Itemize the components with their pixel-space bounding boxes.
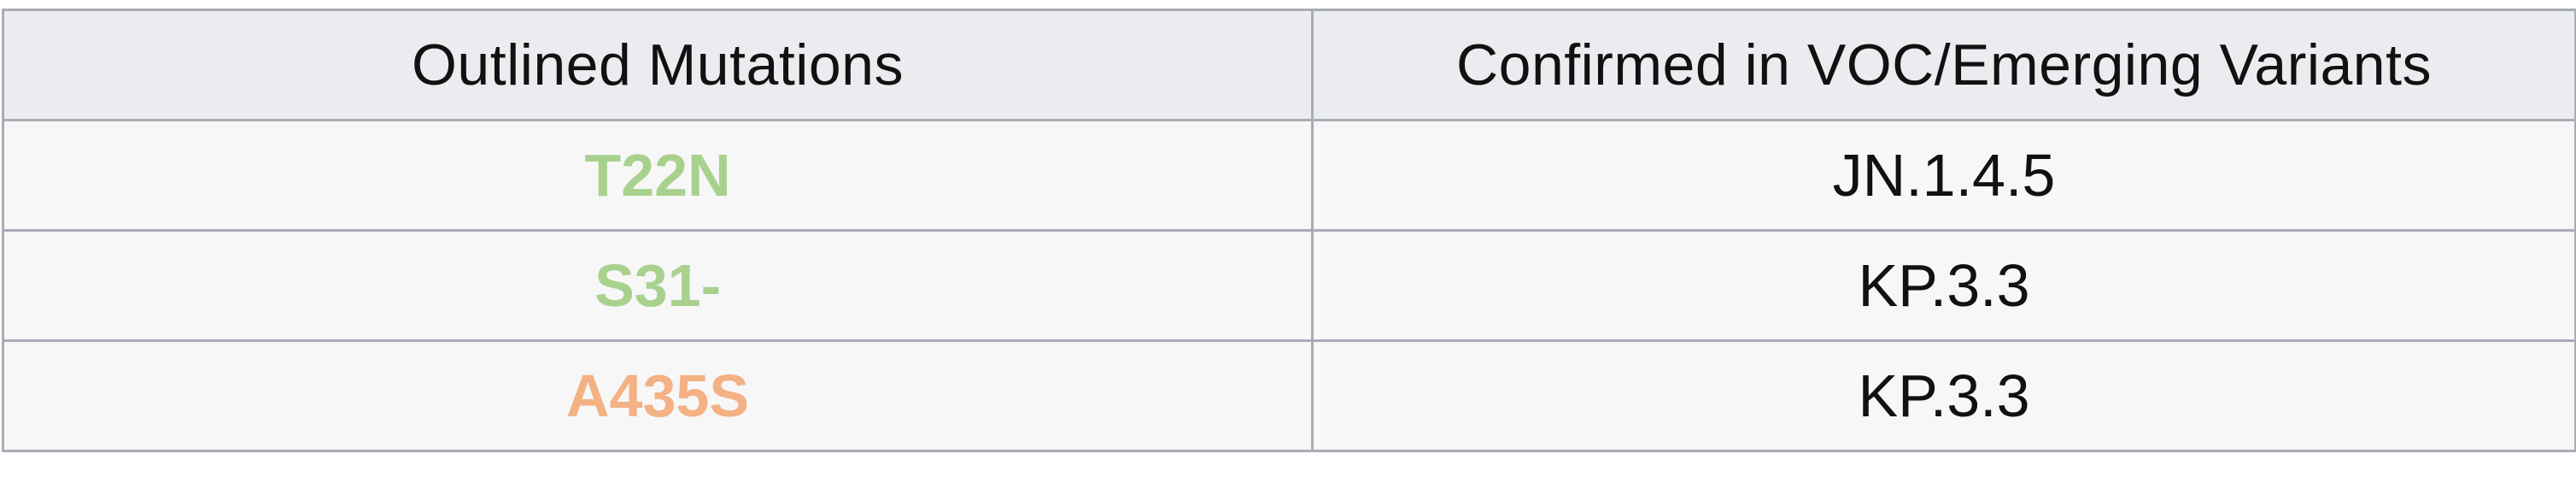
mutation-label: S31- xyxy=(594,252,721,319)
mutation-cell: S31- xyxy=(2,229,1314,342)
variant-cell: KP.3.3 xyxy=(1311,229,2576,342)
table-row: S31- KP.3.3 xyxy=(2,229,2576,342)
variant-cell: KP.3.3 xyxy=(1311,339,2576,452)
header-confirmed-variants: Confirmed in VOC/Emerging Variants xyxy=(1311,9,2576,121)
mutation-label: T22N xyxy=(584,142,731,209)
mutation-table: Outlined Mutations Confirmed in VOC/Emer… xyxy=(2,9,2576,452)
mutation-label: A435S xyxy=(565,362,750,429)
table-header-row: Outlined Mutations Confirmed in VOC/Emer… xyxy=(2,9,2576,121)
table-row: A435S KP.3.3 xyxy=(2,339,2576,452)
mutation-cell: A435S xyxy=(2,339,1314,452)
header-outlined-mutations: Outlined Mutations xyxy=(2,9,1314,121)
mutation-table-container: Outlined Mutations Confirmed in VOC/Emer… xyxy=(0,0,2576,489)
table-row: T22N JN.1.4.5 xyxy=(2,119,2576,232)
mutation-cell: T22N xyxy=(2,119,1314,232)
variant-cell: JN.1.4.5 xyxy=(1311,119,2576,232)
